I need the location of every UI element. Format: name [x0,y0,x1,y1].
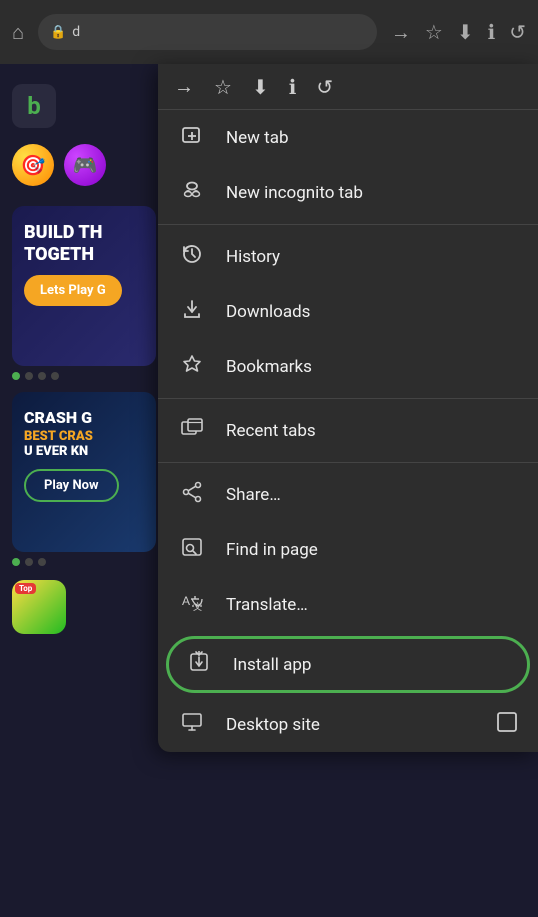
nav-refresh-icon[interactable]: ↺ [316,75,333,99]
browser-bar: ⌂ 🔒 d → ☆ ⬇ ℹ ↺ [0,0,538,64]
desktop-site-icon [178,711,206,738]
banner-card-1: BUILD TH TOGETH Lets Play G [12,206,156,366]
crash-subtitle-1: BEST CRAS [24,429,144,444]
recent-tabs-icon [178,417,206,444]
menu-item-new-tab[interactable]: New tab [158,110,538,165]
menu-item-incognito[interactable]: New incognito tab [158,165,538,220]
banner1-button[interactable]: Lets Play G [24,275,122,306]
arrow-right-icon[interactable]: → [391,20,411,45]
menu-label-find: Find in page [226,540,318,560]
menu-label-recent-tabs: Recent tabs [226,421,316,441]
dropdown-top-bar: → ☆ ⬇ ℹ ↺ [158,64,538,110]
game-icon-1[interactable]: 🎯 [12,144,54,186]
dot-2 [25,372,33,380]
menu-label-history: History [226,247,280,267]
nav-forward-icon[interactable]: → [174,74,194,99]
home-icon[interactable]: ⌂ [12,20,24,45]
dot2-1 [12,558,20,566]
star-icon[interactable]: ☆ [425,20,443,44]
game-icon-row: Top [12,580,156,634]
nav-download-icon[interactable]: ⬇ [252,75,269,99]
logo-letter: b [27,92,41,120]
url-bar[interactable]: 🔒 d [38,14,377,50]
menu-item-translate[interactable]: A 文 Translate… [158,577,538,632]
game-thumbnail-1[interactable]: Top [12,580,66,634]
banner1-title-line2: TOGETH [24,244,144,266]
menu-label-incognito: New incognito tab [226,183,363,203]
sidebar-icons-row: 🎯 🎮 [0,136,168,194]
menu-label-share: Share… [226,485,281,505]
menu-label-bookmarks: Bookmarks [226,357,312,377]
divider-1 [158,224,538,225]
desktop-site-checkbox[interactable] [496,711,518,738]
banner1-title-line1: BUILD TH [24,222,144,244]
menu-item-find[interactable]: Find in page [158,522,538,577]
banner1-dots [0,366,168,386]
find-icon [178,536,206,563]
dot2-2 [25,558,33,566]
banner-card-2: CRASH G BEST CRAS U EVER KN Play Now [12,392,156,552]
downloads-icon [178,298,206,325]
menu-item-recent-tabs[interactable]: Recent tabs [158,403,538,458]
top-badge: Top [15,583,36,594]
menu-item-bookmarks[interactable]: Bookmarks [158,339,538,394]
info-icon[interactable]: ℹ [488,20,496,44]
crash-title: CRASH G [24,408,144,429]
history-icon [178,243,206,270]
dot-4 [51,372,59,380]
nav-star-icon[interactable]: ☆ [214,75,232,99]
sidebar: b 🎯 🎮 BUILD TH TOGETH Lets Play G CRASH … [0,64,168,917]
menu-item-downloads[interactable]: Downloads [158,284,538,339]
game-icon-2[interactable]: 🎮 [64,144,106,186]
menu-label-downloads: Downloads [226,302,310,322]
refresh-icon[interactable]: ↺ [509,20,526,44]
dot-1 [12,372,20,380]
menu-item-history[interactable]: History [158,229,538,284]
dropdown-menu: → ☆ ⬇ ℹ ↺ New tab New incog [158,64,538,752]
nav-info-icon[interactable]: ℹ [289,75,297,99]
divider-2 [158,398,538,399]
menu-item-install-app[interactable]: Install app [166,636,530,693]
incognito-icon [178,179,206,206]
banner2-dots [0,552,168,572]
dot-3 [38,372,46,380]
menu-label-install-app: Install app [233,655,311,675]
lock-icon: 🔒 [50,25,66,40]
svg-text:A: A [182,594,190,608]
divider-3 [158,462,538,463]
menu-label-translate: Translate… [226,595,308,615]
dot2-3 [38,558,46,566]
menu-item-share[interactable]: Share… [158,467,538,522]
crash-subtitle-2: U EVER KN [24,444,144,459]
menu-label-desktop-site: Desktop site [226,715,320,735]
play-now-button[interactable]: Play Now [24,469,119,502]
share-icon [178,481,206,508]
sidebar-logo[interactable]: b [12,84,56,128]
download-icon[interactable]: ⬇ [457,20,474,44]
url-text: d [72,24,80,40]
install-app-icon [185,651,213,678]
menu-label-new-tab: New tab [226,128,289,148]
new-tab-icon [178,124,206,151]
menu-item-desktop-site[interactable]: Desktop site [158,697,538,752]
bookmarks-icon [178,353,206,380]
translate-icon: A 文 [178,591,206,618]
